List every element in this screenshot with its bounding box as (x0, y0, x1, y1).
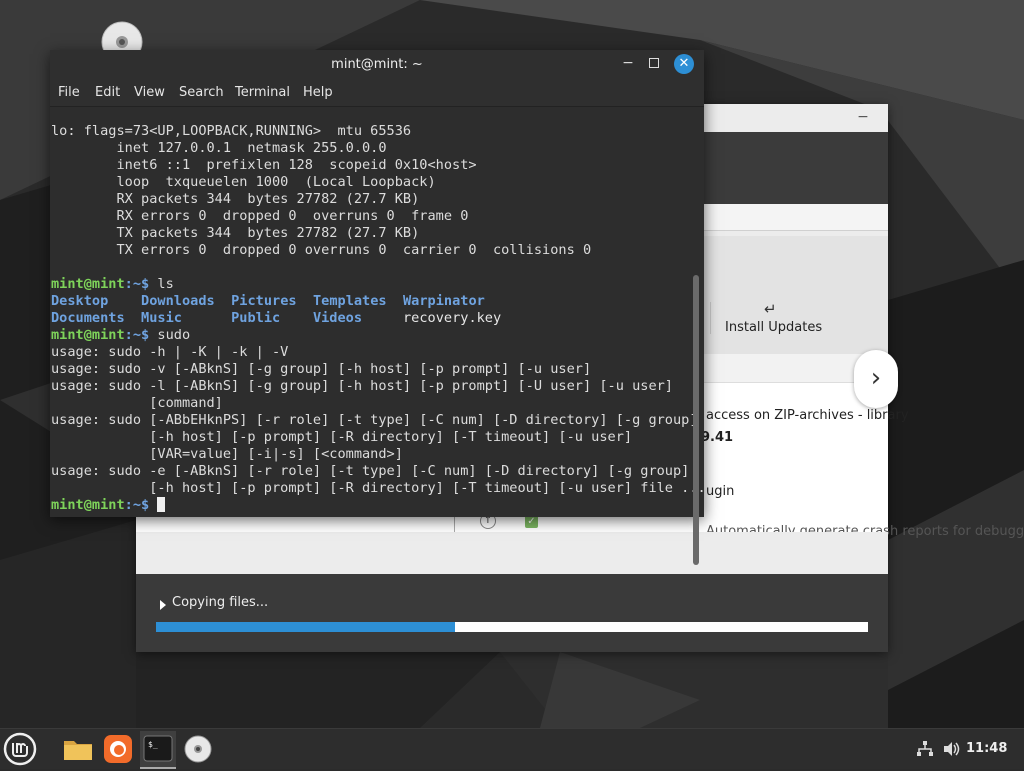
progress-fill (156, 622, 456, 632)
ls-entry: recovery.key (402, 310, 502, 326)
output-line: usage: sudo -l [-ABknS] [-g group] [-h h… (51, 378, 673, 394)
network-icon[interactable] (916, 740, 934, 758)
output-line: inet 127.0.0.1 netmask 255.0.0.0 (51, 140, 387, 156)
ls-entry: Public (231, 310, 281, 326)
output-line: [-h host] [-p prompt] [-R directory] [-T… (51, 480, 706, 496)
taskbar: $_ 11:48 (0, 728, 1024, 769)
menu-terminal[interactable]: Terminal (235, 85, 290, 100)
ls-entry: Videos (312, 310, 363, 326)
ls-entry: Music (141, 310, 182, 326)
output-line: usage: sudo -v [-ABknS] [-g group] [-h h… (51, 361, 592, 377)
ls-entry: Downloads (141, 293, 215, 309)
terminal-titlebar[interactable]: mint@mint: ~ − ✕ (50, 50, 704, 78)
volume-icon[interactable] (942, 740, 960, 758)
svg-text:$_: $_ (148, 740, 158, 749)
expander-arrow-icon[interactable] (160, 600, 166, 610)
terminal-window[interactable]: mint@mint: ~ − ✕ File Edit View Search T… (50, 50, 706, 565)
files-icon[interactable] (60, 731, 96, 767)
menu-help[interactable]: Help (303, 85, 333, 100)
copying-status: Copying files... (172, 595, 269, 610)
ls-entry: Templates (312, 293, 387, 309)
close-button[interactable]: ✕ (674, 54, 694, 74)
ls-entry: Documents (51, 310, 125, 326)
command: ls (149, 276, 174, 292)
prompt-user: mint@mint (51, 327, 125, 343)
menu-file[interactable]: File (58, 85, 80, 100)
prompt-path: :~$ (124, 276, 150, 292)
output-line: usage: sudo [-ABbEHknPS] [-r role] [-t t… (51, 412, 698, 428)
output-line: usage: sudo -h | -K | -k | -V (51, 344, 289, 360)
scrollbar[interactable] (693, 275, 699, 565)
prompt-user: mint@mint (51, 497, 125, 513)
firefox-icon[interactable] (100, 731, 136, 767)
prompt-path: :~$ (124, 497, 150, 513)
minimize-button[interactable]: − (856, 110, 870, 124)
command: sudo (149, 327, 191, 343)
package-description: ugin (706, 484, 735, 499)
maximize-button[interactable] (649, 58, 659, 68)
output-line: inet6 ::1 prefixlen 128 scopeid 0x10<hos… (51, 157, 477, 173)
divider (710, 302, 711, 334)
minimize-button[interactable]: − (621, 56, 635, 70)
progress-bar (156, 622, 868, 632)
output-line: [-h host] [-p prompt] [-R directory] [-T… (51, 429, 633, 445)
output-line: TX errors 0 dropped 0 overruns 0 carrier… (51, 242, 592, 258)
prompt-path: :~$ (124, 327, 150, 343)
text-cursor (157, 497, 166, 512)
spacer (136, 532, 888, 574)
terminal-text: lo: flags=73<UP,LOOPBACK,RUNNING> mtu 65… (51, 123, 706, 514)
prompt-user: mint@mint (51, 276, 125, 292)
window-title: mint@mint: ~ (331, 57, 423, 72)
terminal-output[interactable]: lo: flags=73<UP,LOOPBACK,RUNNING> mtu 65… (50, 106, 706, 565)
package-version: 9.41 (701, 430, 734, 445)
output-line: lo: flags=73<UP,LOOPBACK,RUNNING> mtu 65… (51, 123, 412, 139)
menu-view[interactable]: View (134, 85, 165, 100)
cd-icon[interactable] (180, 731, 216, 767)
install-updates-button[interactable]: Install Updates (725, 320, 822, 335)
menu-search[interactable]: Search (179, 85, 224, 100)
menu-icon[interactable] (2, 731, 38, 767)
output-line: [command] (51, 395, 223, 411)
clock[interactable]: 11:48 (966, 741, 1007, 756)
ls-entry: Warpinator (403, 293, 485, 309)
output-line: RX packets 344 bytes 27782 (27.7 KB) (51, 191, 420, 207)
menu-edit[interactable]: Edit (95, 85, 120, 100)
package-description: access on ZIP-archives - library (706, 408, 909, 423)
output-line: usage: sudo -e [-ABknS] [-r role] [-t ty… (51, 463, 690, 479)
output-line: RX errors 0 dropped 0 overruns 0 frame 0 (51, 208, 469, 224)
installer-footer (136, 574, 888, 652)
output-line: loop txqueuelen 1000 (Local Loopback) (51, 174, 436, 190)
menu-bar: File Edit View Search Terminal Help (50, 78, 704, 106)
next-button[interactable]: › (854, 350, 898, 408)
output-line: TX packets 344 bytes 27782 (27.7 KB) (51, 225, 420, 241)
ls-entry: Desktop (51, 293, 109, 309)
return-icon: ↵ (764, 300, 777, 318)
ls-entry: Pictures (231, 293, 297, 309)
terminal-icon[interactable]: $_ (140, 731, 176, 769)
output-line: [VAR=value] [-i|-s] [<command>] (51, 446, 403, 462)
